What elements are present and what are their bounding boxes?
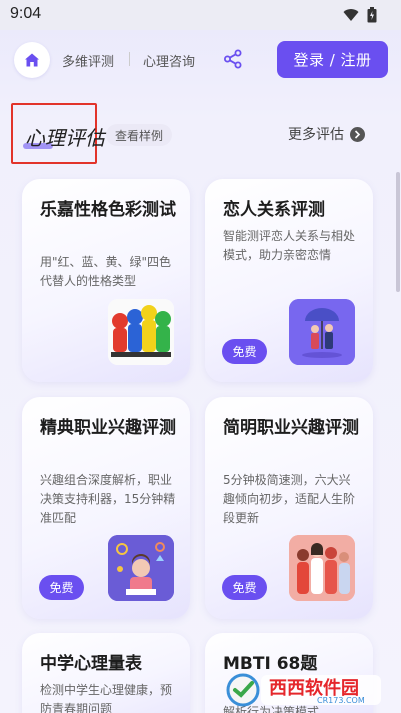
card-description: 兴趣组合深度解析，职业决策支持利器，15分钟精准匹配 <box>40 473 176 525</box>
login-register-button[interactable]: 登录 / 注册 <box>277 41 388 78</box>
more-assessments-link[interactable]: 更多评估 <box>288 124 365 144</box>
assessment-card-middle-school-scale[interactable]: 中学心理量表 检测中学生心理健康，预防青春期问题 <box>22 633 190 713</box>
card-title: 简明职业兴趣评测 <box>223 418 359 438</box>
card-title: 乐嘉性格色彩测试 <box>40 200 176 220</box>
share-icon[interactable] <box>223 49 243 69</box>
status-time: 9:04 <box>10 5 42 22</box>
home-icon <box>25 53 39 67</box>
card-title: 精典职业兴趣评测 <box>40 418 176 438</box>
couple-umbrella-illustration <box>289 299 355 365</box>
group-women-illustration <box>289 535 355 601</box>
status-bar: 9:04 <box>0 0 401 30</box>
view-sample-button[interactable]: 查看样例 <box>106 124 172 146</box>
nav-counseling[interactable]: 心理咨询 <box>143 51 195 70</box>
card-description: 智能测评恋人关系与相处模式，助力亲密恋情 <box>223 229 356 262</box>
card-title: 中学心理量表 <box>40 654 142 674</box>
top-nav: 多维评测 心理咨询 登录 / 注册 <box>0 30 401 92</box>
battery-icon <box>367 7 377 23</box>
assessment-card-color-personality[interactable]: 乐嘉性格色彩测试 用"红、蓝、黄、绿"四色代替人的性格类型 <box>22 179 190 382</box>
wifi-icon <box>343 9 359 21</box>
nav-multi-assessment[interactable]: 多维评测 <box>62 51 114 70</box>
student-thinking-illustration <box>108 535 174 601</box>
nav-divider <box>129 52 130 66</box>
scrollbar[interactable] <box>396 172 400 292</box>
free-badge: 免费 <box>39 575 84 600</box>
section-title: 心理评估 <box>25 126 105 150</box>
free-badge: 免费 <box>222 339 267 364</box>
card-description: 用"红、蓝、黄、绿"四色代替人的性格类型 <box>40 255 172 288</box>
assessment-card-brief-career-interest[interactable]: 简明职业兴趣评测 5分钟极简速测，六大兴趣倾向初步，适配人生阶段更新 免费 <box>205 397 373 619</box>
status-icons <box>343 7 377 23</box>
card-description: 5分钟极简速测，六大兴趣倾向初步，适配人生阶段更新 <box>223 473 356 525</box>
section-title-highlight: 心理评估 <box>11 103 105 164</box>
chevron-right-icon <box>350 126 365 142</box>
card-title: 恋人关系评测 <box>223 200 325 220</box>
free-badge: 免费 <box>222 575 267 600</box>
color-figures-illustration <box>108 299 174 365</box>
watermark-subtext: CR173.COM <box>317 696 365 705</box>
assessment-card-couple-relationship[interactable]: 恋人关系评测 智能测评恋人关系与相处模式，助力亲密恋情 免费 <box>205 179 373 382</box>
more-assessments-label: 更多评估 <box>288 127 344 143</box>
assessment-card-career-interest[interactable]: 精典职业兴趣评测 兴趣组合深度解析，职业决策支持利器，15分钟精准匹配 免费 <box>22 397 190 619</box>
watermark-logo: 西西软件园 CR173.COM <box>225 671 385 709</box>
home-button[interactable] <box>14 42 50 78</box>
card-description: 检测中学生心理健康，预防青春期问题 <box>40 683 173 713</box>
